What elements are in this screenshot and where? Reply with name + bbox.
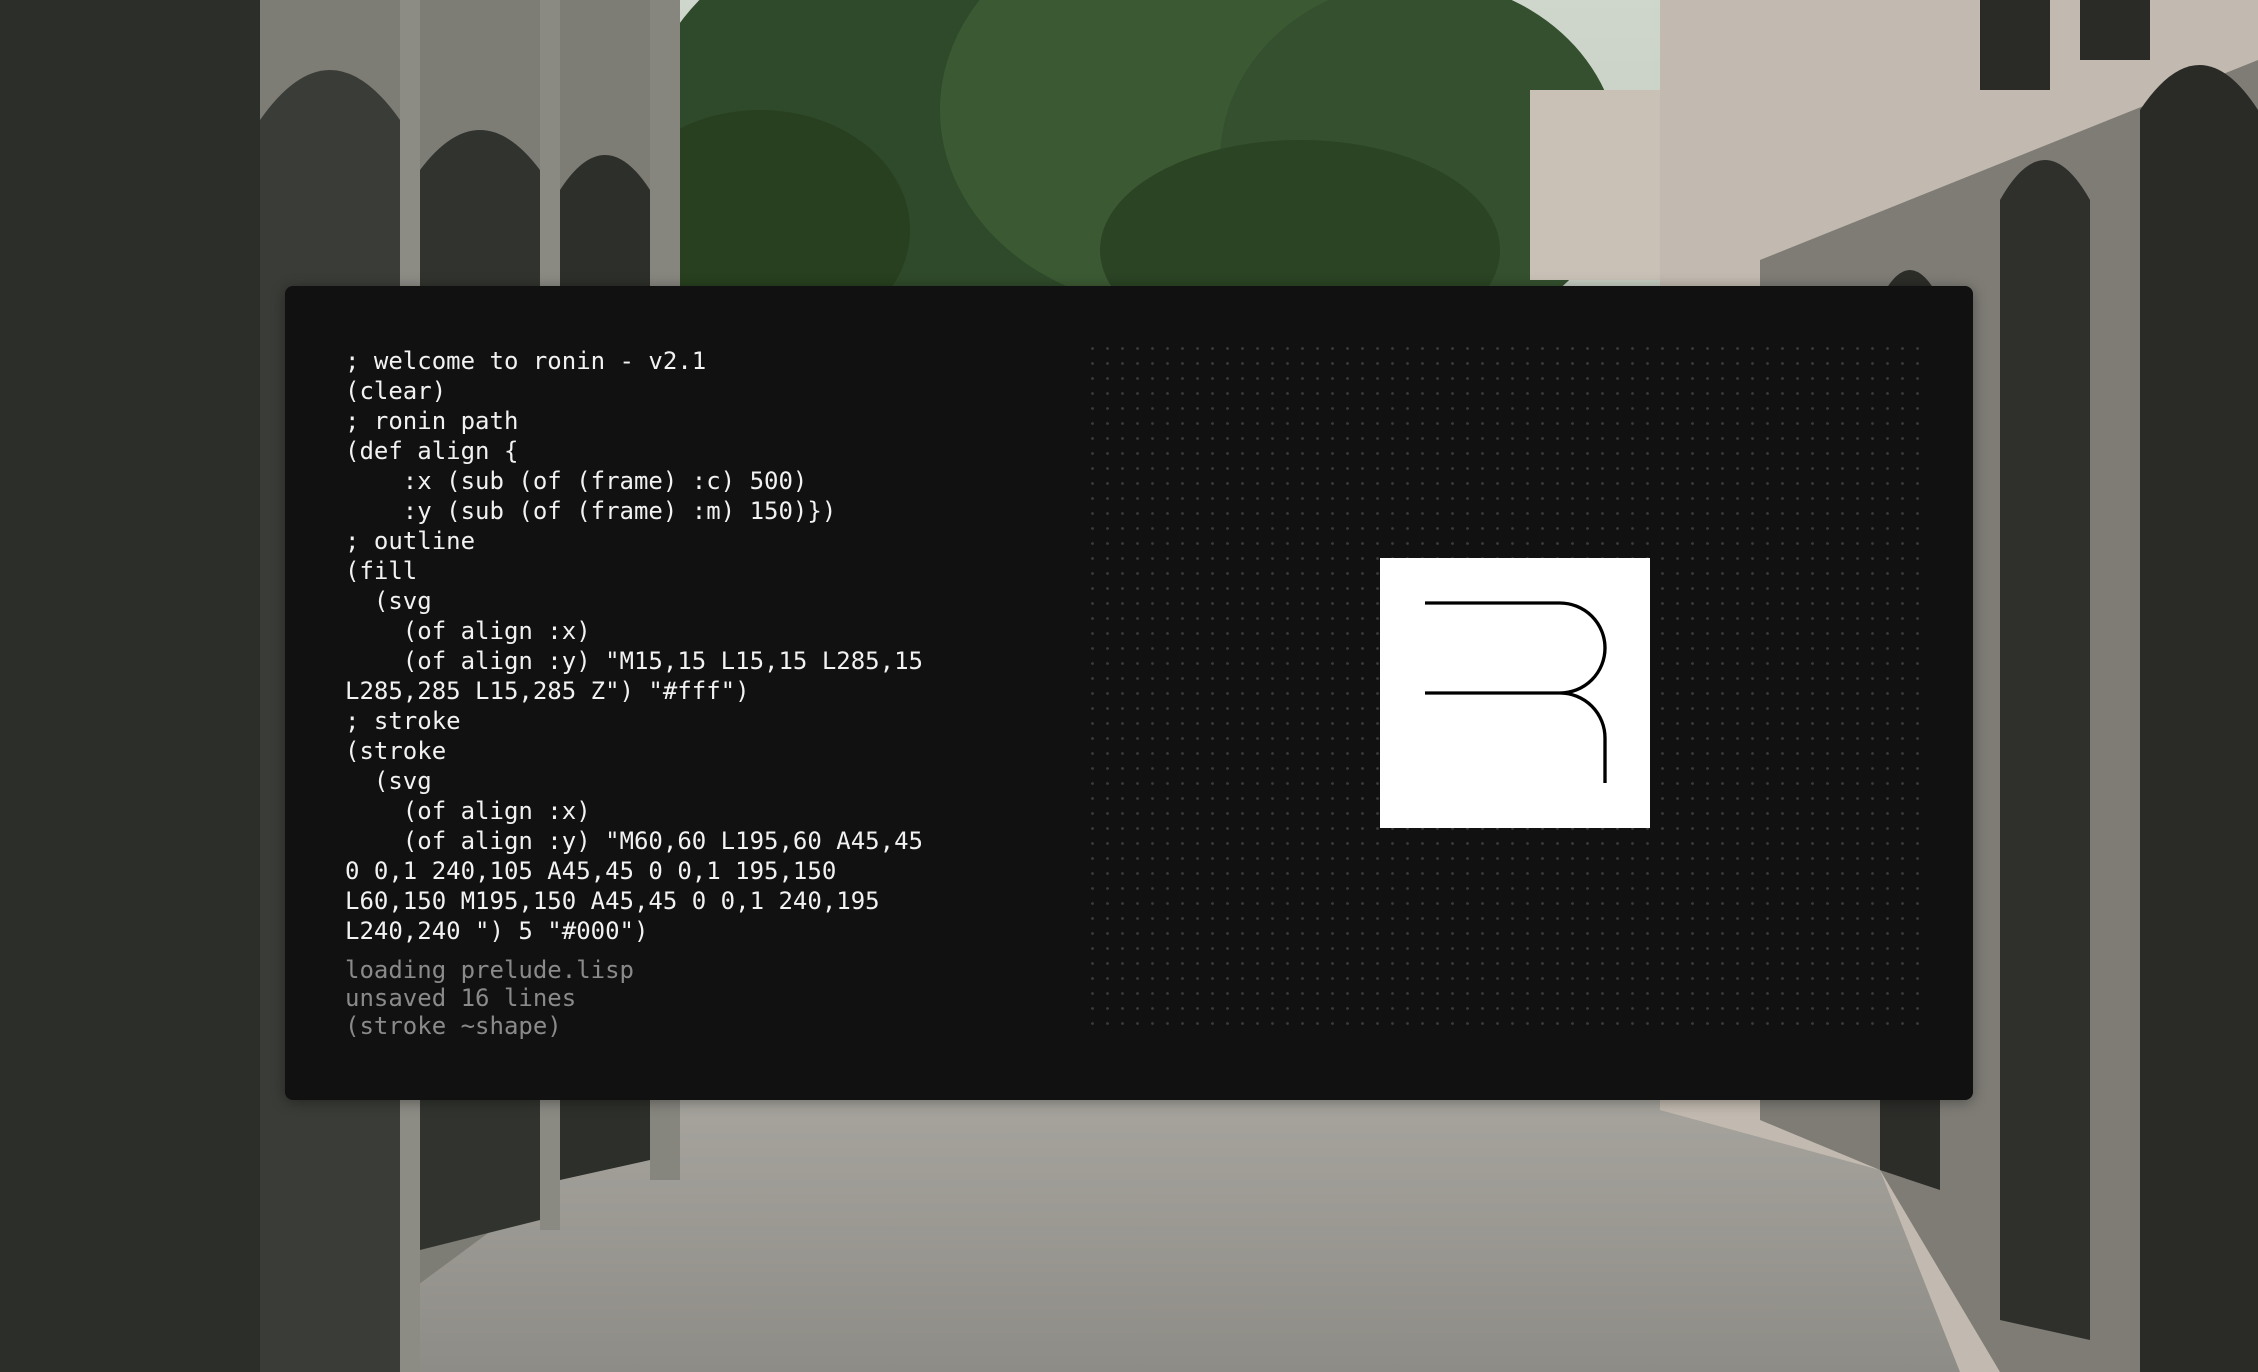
code-line[interactable]: (of align :y) "M15,15 L15,15 L285,15 — [345, 646, 1025, 676]
code-editor[interactable]: ; welcome to ronin - v2.1 (clear); ronin … — [345, 346, 1025, 1046]
code-line[interactable]: ; ronin path — [345, 406, 1025, 436]
code-line[interactable]: 0 0,1 240,105 A45,45 0 0,1 195,150 — [345, 856, 1025, 886]
status-loading: loading prelude.lisp — [345, 956, 634, 984]
code-line[interactable]: (svg — [345, 766, 1025, 796]
code-line[interactable]: :x (sub (of (frame) :c) 500) — [345, 466, 1025, 496]
code-line[interactable]: L285,285 L15,285 Z") "#fff") — [345, 676, 1025, 706]
code-line[interactable]: ; stroke — [345, 706, 1025, 736]
rendered-shape — [1380, 558, 1650, 828]
code-line[interactable]: :y (sub (of (frame) :m) 150)}) — [345, 496, 1025, 526]
code-line[interactable]: L240,240 ") 5 "#000") — [345, 916, 1025, 946]
code-line[interactable]: (stroke — [345, 736, 1025, 766]
code-line[interactable]: (of align :x) — [345, 796, 1025, 826]
status-command: (stroke ~shape) — [345, 1012, 562, 1040]
code-line[interactable]: L60,150 M195,150 A45,45 0 0,1 240,195 — [345, 886, 1025, 916]
code-text[interactable]: ; welcome to ronin - v2.1 (clear); ronin … — [345, 346, 1025, 946]
code-line[interactable]: ; outline — [345, 526, 1025, 556]
code-line[interactable]: (fill — [345, 556, 1025, 586]
code-line[interactable]: (def align { — [345, 436, 1025, 466]
code-line[interactable]: ; welcome to ronin - v2.1 — [345, 346, 1025, 376]
status-unsaved: unsaved 16 lines — [345, 984, 577, 1012]
ronin-window: ; welcome to ronin - v2.1 (clear); ronin … — [285, 286, 1973, 1100]
drawing-canvas[interactable] — [1080, 336, 1920, 1026]
code-line[interactable]: (svg — [345, 586, 1025, 616]
status-bar: loading prelude.lisp unsaved 16 lines (s… — [345, 956, 634, 1040]
code-line[interactable]: (clear) — [345, 376, 1025, 406]
code-line[interactable]: (of align :y) "M60,60 L195,60 A45,45 — [345, 826, 1025, 856]
code-line[interactable]: (of align :x) — [345, 616, 1025, 646]
